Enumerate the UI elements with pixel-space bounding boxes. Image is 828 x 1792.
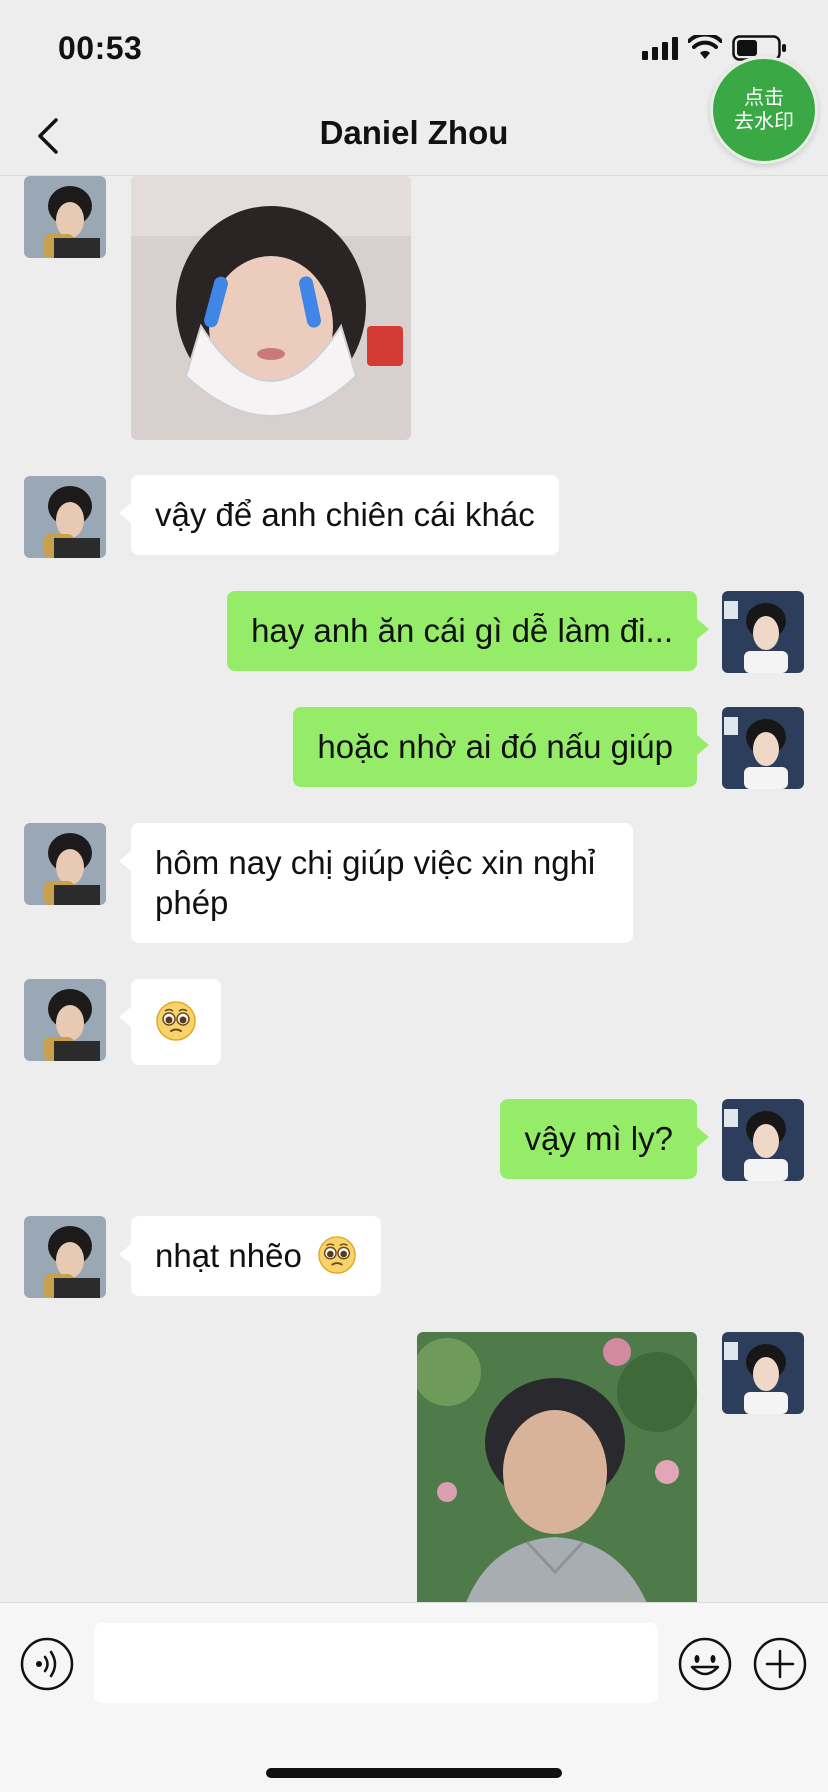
incoming-message[interactable]: nhạt nhẽo	[119, 1216, 381, 1296]
message-text: hay anh ăn cái gì dễ làm đi...	[251, 612, 673, 649]
remove-watermark-badge[interactable]: 点击 去水印	[710, 56, 818, 164]
chat-screen: 00:53 Daniel Zhou 点击 去水印 vậy để anh chiê…	[0, 0, 828, 1792]
cellular-signal-icon	[642, 36, 678, 60]
home-indicator[interactable]	[266, 1768, 562, 1778]
outgoing-message[interactable]: hay anh ăn cái gì dễ làm đi...	[227, 591, 709, 671]
my-avatar[interactable]	[722, 707, 804, 789]
pleading-face-icon	[318, 1236, 356, 1275]
incoming-message[interactable]: hôm nay chị giúp việc xin nghỉ phép	[119, 823, 633, 943]
incoming-message[interactable]: vậy để anh chiên cái khác	[119, 475, 559, 555]
outgoing-message[interactable]: hoặc nhờ ai đó nấu giúp	[293, 707, 709, 787]
sent-photo[interactable]	[417, 1332, 697, 1602]
outgoing-message[interactable]: vậy mì ly?	[500, 1099, 709, 1179]
message-text: vậy mì ly?	[524, 1120, 673, 1157]
message-text-line-1: hôm nay chị giúp việc xin nghỉ	[155, 844, 596, 881]
my-avatar[interactable]	[722, 1332, 804, 1414]
incoming-message[interactable]	[119, 979, 221, 1065]
sticker-image[interactable]	[131, 176, 411, 440]
pleading-face-icon	[156, 1001, 196, 1042]
smiley-icon[interactable]	[678, 1637, 732, 1691]
my-avatar[interactable]	[722, 591, 804, 673]
contact-avatar[interactable]	[24, 979, 106, 1061]
status-time: 00:53	[58, 30, 143, 66]
message-text: vậy để anh chiên cái khác	[155, 496, 535, 533]
message-text-line-2: phép	[155, 884, 229, 921]
message-list[interactable]: vậy để anh chiên cái khác hay anh ăn cái…	[0, 176, 828, 1602]
message-text: hoặc nhờ ai đó nấu giúp	[317, 728, 673, 765]
status-bar: 00:53	[0, 0, 828, 96]
contact-avatar[interactable]	[24, 476, 106, 558]
wifi-icon	[688, 35, 722, 59]
plus-icon[interactable]	[753, 1637, 807, 1691]
voice-icon[interactable]	[20, 1637, 74, 1691]
chat-title: Daniel Zhou	[319, 114, 509, 151]
badge-line-1: 点击	[744, 87, 784, 109]
contact-avatar[interactable]	[24, 1216, 106, 1298]
input-bar	[0, 1602, 828, 1792]
my-avatar[interactable]	[722, 1099, 804, 1181]
nav-bar: Daniel Zhou	[0, 96, 828, 176]
message-input[interactable]	[94, 1623, 658, 1703]
badge-line-2: 去水印	[734, 111, 794, 133]
contact-avatar[interactable]	[24, 823, 106, 905]
contact-avatar[interactable]	[24, 176, 106, 258]
message-text: nhạt nhẽo	[155, 1237, 302, 1274]
